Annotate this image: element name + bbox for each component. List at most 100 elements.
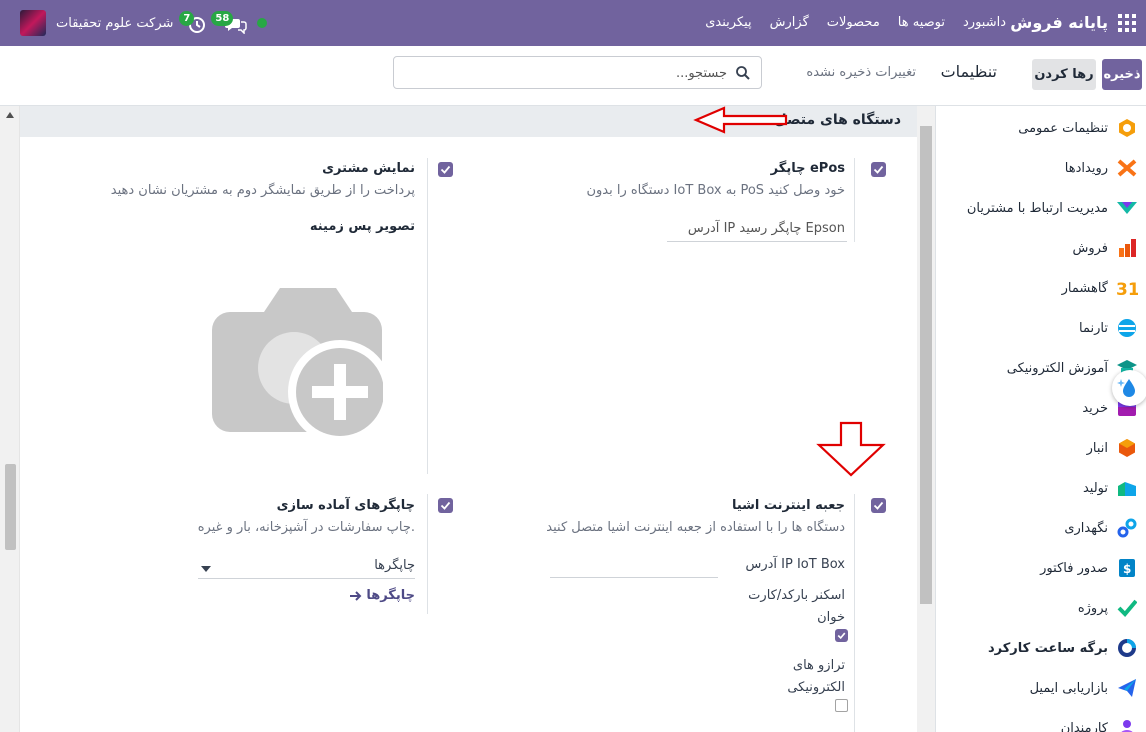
prep-printers-description: چاپ سفارشات در آشپزخانه، بار و غیره. [197, 520, 415, 535]
sidebar-item-invoicing[interactable]: $ صدور فاکتور [1040, 553, 1138, 583]
customer-display-checkbox[interactable] [438, 162, 453, 177]
menu-configuration[interactable]: پیکربندی [705, 15, 751, 30]
field-underline [198, 578, 415, 579]
arrow-right-icon [349, 590, 362, 601]
invoicing-icon: $ [1116, 557, 1138, 579]
page-title: تنظیمات [940, 62, 997, 81]
red-arrow-left-icon [693, 106, 788, 134]
calendar-icon: 31 [1116, 277, 1138, 299]
sidebar-item-employees[interactable]: کارمندان [1061, 713, 1138, 732]
check-icon [837, 632, 846, 640]
svg-text:$: $ [1123, 562, 1131, 576]
discard-button[interactable]: رها کردن [1032, 59, 1096, 90]
navbar-systray: شرکت علوم تحقیقات 7 58 [20, 10, 268, 36]
inventory-icon [1116, 437, 1138, 459]
general-settings-icon [1116, 117, 1138, 139]
online-status-icon [257, 18, 268, 28]
main-menu: داشبورد توصیه ها محصولات گزارش پیکربندی [705, 15, 1006, 30]
app-brand[interactable]: پایانه فروش [1010, 13, 1108, 32]
background-image-label: تصویر پس زمینه [309, 219, 415, 234]
sidebar-item-label: تولید [1082, 480, 1108, 496]
control-panel: ذخیره رها کردن تنظیمات تغییرات ذخیره نشد… [0, 46, 1146, 106]
sidebar-item-label: انبار [1086, 440, 1108, 456]
menu-recommendations[interactable]: توصیه ها [898, 15, 945, 30]
manufacturing-icon [1116, 477, 1138, 499]
caret-down-icon[interactable] [201, 566, 211, 572]
email-marketing-icon [1116, 677, 1138, 699]
maintenance-icon [1116, 517, 1138, 539]
activity-button[interactable]: 7 [179, 11, 207, 33]
search-box [393, 56, 762, 89]
iot-ip-input[interactable] [550, 577, 718, 578]
check-icon [873, 165, 884, 174]
epos-checkbox[interactable] [871, 162, 886, 177]
sidebar-item-manufacturing[interactable]: تولید [1083, 473, 1138, 503]
sidebar-item-project[interactable]: پروژه [1078, 593, 1138, 623]
sidebar-item-label: گاهشمار [1061, 280, 1108, 296]
sidebar-item-label: صدور فاکتور [1040, 560, 1108, 576]
scale-label-2: الکترونیکی [787, 680, 845, 695]
main-scroll-thumb[interactable] [920, 126, 932, 604]
sales-icon [1116, 237, 1138, 259]
sidebar-item-maintenance[interactable]: نگهداری [1064, 513, 1138, 543]
sidebar-item-label: برگه ساعت کارکرد [987, 640, 1108, 656]
sidebar-item-calendar[interactable]: 31 گاهشمار [1062, 273, 1138, 303]
sidebar-item-website[interactable]: تارنما [1079, 313, 1138, 343]
menu-reporting[interactable]: گزارش [770, 15, 809, 30]
scale-label: ترازو های [792, 658, 845, 673]
scanner-checkbox[interactable] [835, 629, 848, 642]
main-scrollbar[interactable] [917, 106, 935, 732]
printers-link-label: چاپگرها [366, 588, 415, 603]
events-icon [1116, 157, 1138, 179]
check-icon [873, 501, 884, 510]
crm-icon [1116, 197, 1138, 219]
divider [854, 494, 855, 732]
sidebar-item-sales[interactable]: فروش [1072, 233, 1138, 263]
top-navbar: پایانه فروش داشبورد توصیه ها محصولات گزا… [0, 0, 1146, 46]
sidebar-item-label: پروژه [1077, 600, 1108, 616]
sidebar-item-general-settings[interactable]: تنظیمات عمومی [1018, 113, 1138, 143]
check-icon [440, 165, 451, 174]
search-input[interactable] [407, 64, 727, 82]
prep-printers-checkbox[interactable] [438, 498, 453, 513]
avatar[interactable] [20, 10, 46, 36]
check-icon [440, 501, 451, 510]
field-underline [667, 241, 847, 242]
scroll-up-icon[interactable] [6, 112, 14, 118]
search-icon[interactable] [735, 65, 751, 81]
settings-sidebar: تنظیمات عمومی رویدادها مدیریت ارتباط با … [935, 106, 1146, 732]
customer-display-description: پرداخت را از طریق نمایشگر دوم به مشتریان… [110, 183, 415, 198]
divider [854, 158, 855, 242]
sidebar-item-email-marketing[interactable]: بازاریابی ایمیل [1030, 673, 1138, 703]
sidebar-item-crm[interactable]: مدیریت ارتباط با مشتریان [967, 193, 1138, 223]
scroll-thumb[interactable] [5, 464, 16, 550]
sidebar-item-label: کارمندان [1060, 720, 1108, 732]
save-button[interactable]: ذخیره [1102, 59, 1142, 90]
sidebar-item-inventory[interactable]: انبار [1087, 433, 1138, 463]
scale-checkbox[interactable] [835, 699, 848, 712]
app-menu-icon[interactable] [1118, 14, 1136, 32]
sidebar-item-label: مدیریت ارتباط با مشتریان [966, 200, 1108, 216]
website-icon [1116, 317, 1138, 339]
company-switcher[interactable]: شرکت علوم تحقیقات [56, 16, 173, 31]
employees-icon [1116, 717, 1138, 732]
sidebar-item-timesheet[interactable]: برگه ساعت کارکرد [988, 633, 1138, 663]
sidebar-item-label: نگهداری [1064, 520, 1108, 536]
messaging-button[interactable]: 58 [211, 11, 248, 34]
epos-ip-input[interactable]: آدرس IP چاپگر رسید Epson [688, 221, 845, 236]
iot-ip-label: آدرس IP IoT Box [745, 557, 845, 572]
sidebar-item-label: تارنما [1079, 320, 1108, 336]
iot-box-checkbox[interactable] [871, 498, 886, 513]
left-scrollbar[interactable] [0, 106, 20, 732]
camera-add-icon[interactable] [208, 282, 383, 447]
red-arrow-down-icon [816, 421, 886, 477]
sidebar-item-label: آموزش الکترونیکی [1006, 360, 1108, 376]
section-title: دستگاه های متصل [774, 112, 901, 128]
menu-products[interactable]: محصولات [827, 15, 880, 30]
menu-dashboard[interactable]: داشبورد [963, 15, 1006, 30]
printers-select[interactable]: چاپگرها [374, 558, 415, 573]
sidebar-item-events[interactable]: رویدادها [1065, 153, 1138, 183]
svg-text:31: 31 [1116, 280, 1138, 298]
printers-link[interactable]: چاپگرها [349, 588, 415, 603]
floating-assistant-button[interactable] [1112, 370, 1146, 406]
